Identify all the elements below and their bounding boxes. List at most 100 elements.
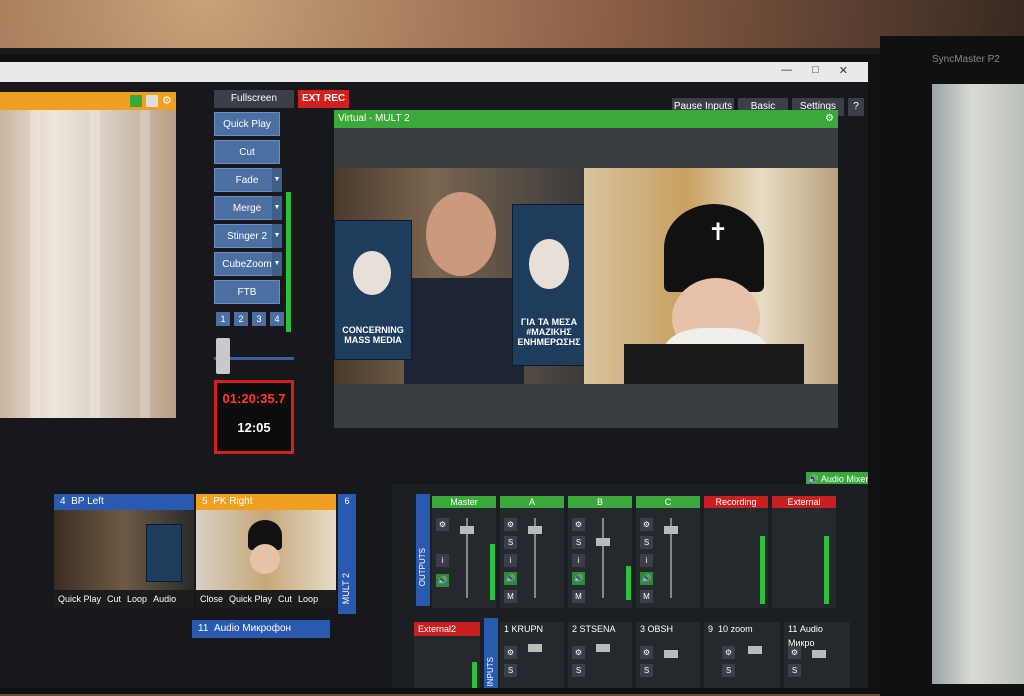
minimize-button[interactable]: — bbox=[781, 64, 792, 77]
zoom-fader[interactable] bbox=[748, 646, 762, 654]
fullscreen-dropdown[interactable]: Fullscreen bbox=[214, 90, 294, 108]
krupn-fader[interactable] bbox=[528, 644, 542, 652]
outputs-tab[interactable]: OUTPUTS bbox=[416, 494, 430, 606]
transition-2[interactable]: 2 bbox=[234, 312, 248, 326]
strip-solo[interactable]: S bbox=[722, 664, 735, 677]
merge-button[interactable]: Merge bbox=[214, 196, 280, 220]
strip-external2[interactable]: External2 bbox=[414, 622, 480, 688]
rec-badge[interactable]: REC bbox=[320, 90, 350, 108]
gear-icon[interactable]: ⚙ bbox=[788, 646, 801, 659]
strip-info[interactable]: i bbox=[436, 554, 449, 567]
input-strip-obsh[interactable]: 3 OBSH ⚙ S bbox=[636, 622, 700, 688]
gear-icon[interactable]: ⚙ bbox=[572, 646, 585, 659]
speaker-icon[interactable]: 🔊 bbox=[504, 572, 517, 585]
input-cut[interactable]: Cut bbox=[107, 594, 121, 604]
input-loop[interactable]: Loop bbox=[127, 594, 147, 604]
transition-3[interactable]: 3 bbox=[252, 312, 266, 326]
speaker-icon[interactable]: 🔊 bbox=[572, 572, 585, 585]
input-audio[interactable]: Audio bbox=[153, 594, 176, 604]
b-fader[interactable] bbox=[596, 538, 610, 546]
input-strip-audio-mic[interactable]: 11 Audio Микро ⚙ S bbox=[784, 622, 850, 688]
strip-mute[interactable]: M bbox=[504, 590, 517, 603]
gear-icon[interactable]: ⚙ bbox=[572, 518, 585, 531]
mic-fader[interactable] bbox=[812, 650, 826, 658]
strip-info[interactable]: i bbox=[640, 554, 653, 567]
gear-icon[interactable]: ⚙ bbox=[162, 95, 174, 107]
t-bar-handle[interactable] bbox=[216, 338, 230, 374]
gear-icon[interactable]: ⚙ bbox=[722, 646, 735, 659]
obsh-fader[interactable] bbox=[664, 650, 678, 658]
master-fader[interactable] bbox=[460, 526, 474, 534]
input-close[interactable]: Close bbox=[200, 594, 223, 604]
input-cut[interactable]: Cut bbox=[278, 594, 292, 604]
input-card-5[interactable]: 5 PK Right Close Quick Play Cut Loop bbox=[196, 494, 336, 608]
input-strip-stsena[interactable]: 2 STSENA ⚙ S bbox=[568, 622, 632, 688]
strip-solo[interactable]: S bbox=[788, 664, 801, 677]
transition-4[interactable]: 4 bbox=[270, 312, 284, 326]
strip-recording[interactable]: Recording bbox=[704, 496, 768, 608]
gear-icon[interactable]: ⚙ bbox=[504, 646, 517, 659]
strip-mute[interactable]: M bbox=[572, 590, 585, 603]
cut-button[interactable]: Cut bbox=[214, 140, 280, 164]
transition-1[interactable]: 1 bbox=[216, 312, 230, 326]
merge-dropdown-icon[interactable]: ▼ bbox=[272, 196, 282, 220]
speaker-icon[interactable]: 🔊 bbox=[640, 572, 653, 585]
strip-solo[interactable]: S bbox=[640, 536, 653, 549]
strip-info[interactable]: i bbox=[504, 554, 517, 567]
elapsed-time: 01:20:35.7 bbox=[222, 391, 286, 406]
cubezoom-dropdown-icon[interactable]: ▼ bbox=[272, 252, 282, 276]
input-strip-zoom[interactable]: 9 10 zoom ⚙ S bbox=[704, 622, 780, 688]
strip-a[interactable]: A ⚙ S i 🔊 M bbox=[500, 496, 564, 608]
fade-button[interactable]: Fade bbox=[214, 168, 280, 192]
person-suit bbox=[404, 278, 524, 384]
strip-c[interactable]: C ⚙ S i 🔊 M bbox=[636, 496, 700, 608]
input-strip-krupn[interactable]: 1 KRUPN ⚙ S bbox=[500, 622, 564, 688]
input-controls: Quick Play Cut Loop Audio bbox=[54, 590, 194, 608]
strip-b[interactable]: B ⚙ S i 🔊 M bbox=[568, 496, 632, 608]
input-card-6[interactable]: 6 MULT 2 bbox=[338, 494, 356, 614]
a-fader[interactable] bbox=[528, 526, 542, 534]
strip-solo[interactable]: S bbox=[504, 536, 517, 549]
audio-input-card[interactable]: 11 Audio Микрофон bbox=[192, 620, 330, 638]
gear-icon[interactable]: ⚙ bbox=[640, 518, 653, 531]
strip-master[interactable]: Master ⚙ i 🔊 bbox=[432, 496, 496, 608]
vmix-screen: — □ ✕ ⚙ Fullscreen EXT REC Quick Play Cu… bbox=[0, 62, 868, 688]
gear-icon[interactable]: ⚙ bbox=[504, 518, 517, 531]
close-button[interactable]: ✕ bbox=[839, 64, 848, 77]
strip-solo[interactable]: S bbox=[504, 664, 517, 677]
gear-icon[interactable]: ⚙ bbox=[640, 646, 653, 659]
grid-icon[interactable] bbox=[130, 95, 142, 107]
output-preview[interactable]: Virtual - MULT 2 ⚙ CONCERNING MASS MEDIA… bbox=[334, 110, 838, 428]
input-quick-play[interactable]: Quick Play bbox=[229, 594, 272, 604]
output-gear-icon[interactable]: ⚙ bbox=[825, 110, 834, 128]
strip-solo[interactable]: S bbox=[572, 536, 585, 549]
inputs-tab[interactable]: INPUTS bbox=[484, 618, 498, 688]
strip-mute[interactable]: M bbox=[640, 590, 653, 603]
mail-icon[interactable] bbox=[146, 95, 158, 107]
stinger-dropdown-icon[interactable]: ▼ bbox=[272, 224, 282, 248]
stinger-button[interactable]: Stinger 2 bbox=[214, 224, 280, 248]
speaker-icon[interactable]: 🔊 bbox=[436, 574, 449, 587]
preview-image bbox=[0, 110, 176, 418]
preview-panel[interactable]: ⚙ bbox=[0, 92, 176, 418]
output-title: Virtual - MULT 2 bbox=[338, 113, 410, 124]
strip-external[interactable]: External bbox=[772, 496, 836, 608]
ftb-button[interactable]: FTB bbox=[214, 280, 280, 304]
strip-info[interactable]: i bbox=[572, 554, 585, 567]
c-fader[interactable] bbox=[664, 526, 678, 534]
strip-solo[interactable]: S bbox=[640, 664, 653, 677]
fade-dropdown-icon[interactable]: ▼ bbox=[272, 168, 282, 192]
gear-icon[interactable]: ⚙ bbox=[436, 518, 449, 531]
window-titlebar: — □ ✕ bbox=[0, 62, 868, 82]
maximize-button[interactable]: □ bbox=[812, 64, 819, 77]
cubezoom-button[interactable]: CubeZoom bbox=[214, 252, 280, 276]
output-header: Virtual - MULT 2 ⚙ bbox=[334, 110, 838, 128]
strip-solo[interactable]: S bbox=[572, 664, 585, 677]
stsena-fader[interactable] bbox=[596, 644, 610, 652]
help-button[interactable]: ? bbox=[848, 98, 864, 116]
input-quick-play[interactable]: Quick Play bbox=[58, 594, 101, 604]
level-meter bbox=[490, 544, 495, 600]
input-loop[interactable]: Loop bbox=[298, 594, 318, 604]
quick-play-button[interactable]: Quick Play bbox=[214, 112, 280, 136]
input-card-4[interactable]: 4 BP Left Quick Play Cut Loop Audio bbox=[54, 494, 194, 608]
